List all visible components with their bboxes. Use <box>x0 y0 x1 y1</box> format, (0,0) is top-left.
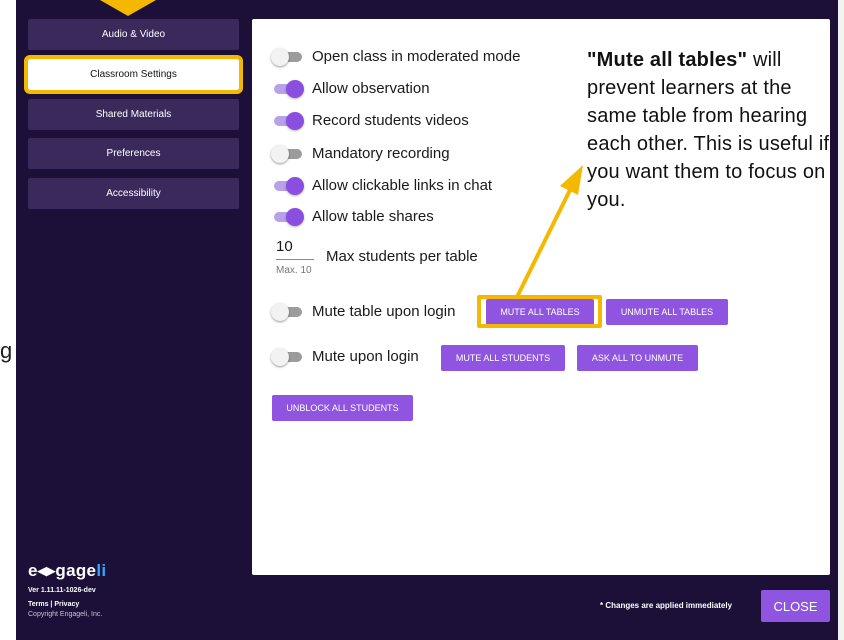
sidebar-item-shared-materials[interactable]: Shared Materials <box>28 99 239 130</box>
setting-label: Mute table upon login <box>312 303 456 320</box>
right-edge <box>838 0 844 640</box>
unblock-all-students-button[interactable]: UNBLOCK ALL STUDENTS <box>272 395 413 421</box>
setting-row-mute-table: Mute table upon login <box>271 302 456 321</box>
max-students-label: Max students per table <box>326 248 478 265</box>
mute-all-students-button[interactable]: MUTE ALL STUDENTS <box>441 345 565 371</box>
setting-label: Record students videos <box>312 112 469 129</box>
copyright-text: Copyright Engageli, Inc. <box>28 611 103 618</box>
unmute-all-tables-button[interactable]: UNMUTE ALL TABLES <box>606 299 728 325</box>
mute-table-toggle[interactable] <box>271 302 304 321</box>
ask-all-to-unmute-button[interactable]: ASK ALL TO UNMUTE <box>577 345 698 371</box>
mute-upon-login-toggle[interactable] <box>271 347 304 366</box>
max-students-underline <box>276 259 314 260</box>
record-videos-toggle[interactable] <box>272 111 304 130</box>
callout-text: will prevent learners at the same table … <box>587 49 830 211</box>
clickable-links-toggle[interactable] <box>272 176 304 195</box>
allow-observation-toggle[interactable] <box>272 79 304 98</box>
setting-label: Open class in moderated mode <box>312 48 521 65</box>
logo-main: e◂▸gage <box>28 561 97 580</box>
setting-row-moderated-mode: Open class in moderated mode <box>271 47 521 66</box>
mandatory-recording-toggle[interactable] <box>271 144 304 163</box>
setting-row-table-shares: Allow table shares <box>272 207 434 226</box>
moderated-mode-toggle[interactable] <box>271 47 304 66</box>
highlight-box <box>477 295 602 328</box>
left-edge <box>0 0 16 640</box>
setting-label: Allow clickable links in chat <box>312 177 493 194</box>
setting-label: Mandatory recording <box>312 145 450 162</box>
max-students-hint: Max. 10 <box>276 265 312 276</box>
tutorial-callout: "Mute all tables" will prevent learners … <box>587 46 837 214</box>
engageli-logo: e◂▸gageli <box>28 561 106 581</box>
callout-bold: "Mute all tables" <box>587 49 748 71</box>
setting-row-mandatory-recording: Mandatory recording <box>271 144 450 163</box>
setting-label: Allow table shares <box>312 208 434 225</box>
sidebar-item-accessibility[interactable]: Accessibility <box>28 178 239 209</box>
setting-label: Allow observation <box>312 80 430 97</box>
setting-row-allow-observation: Allow observation <box>272 79 430 98</box>
version-text: Ver 1.11.11-1026-dev <box>28 587 96 594</box>
setting-label: Mute upon login <box>312 348 419 365</box>
setting-row-record-videos: Record students videos <box>272 111 469 130</box>
sidebar-item-classroom-settings[interactable]: Classroom Settings <box>24 55 243 94</box>
changes-note: * Changes are applied immediately <box>600 601 733 610</box>
stray-text: g <box>0 338 13 363</box>
close-button[interactable]: CLOSE <box>761 590 830 622</box>
terms-privacy-link[interactable]: Terms | Privacy <box>28 601 79 608</box>
max-students-input[interactable]: 10 <box>276 238 293 255</box>
logo-accent: li <box>96 561 107 580</box>
setting-row-mute-user: Mute upon login <box>271 347 419 366</box>
top-arrow-annotation <box>100 0 156 16</box>
table-shares-toggle[interactable] <box>272 207 304 226</box>
sidebar-item-preferences[interactable]: Preferences <box>28 138 239 169</box>
sidebar-item-audio-video[interactable]: Audio & Video <box>28 19 239 50</box>
setting-row-clickable-links: Allow clickable links in chat <box>272 176 493 195</box>
